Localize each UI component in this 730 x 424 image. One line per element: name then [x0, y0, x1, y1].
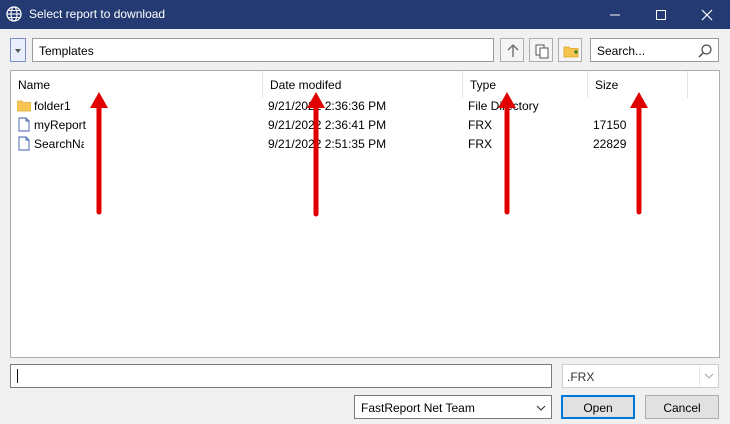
history-dropdown[interactable] — [10, 38, 26, 62]
chevron-down-icon — [15, 49, 21, 53]
arrow-up-icon — [507, 44, 519, 57]
filename-input[interactable] — [10, 364, 552, 388]
chevron-down-icon[interactable] — [699, 365, 718, 387]
search-icon[interactable] — [697, 43, 713, 62]
annotation-arrow — [307, 92, 325, 217]
title-bar: Select report to download — [0, 0, 730, 29]
maximize-icon — [656, 10, 666, 20]
search-input[interactable]: Search... — [590, 38, 719, 62]
filter-value: .FRX — [567, 370, 595, 384]
team-value: FastReport Net Team — [361, 401, 475, 415]
list-item[interactable]: myReport 9/21/2022 2:36:41 PM FRX 17150 — [11, 115, 719, 134]
folder-icon — [16, 98, 32, 113]
file-name: myReport — [34, 118, 87, 132]
close-icon — [701, 9, 713, 21]
file-name: SearchNam — [34, 137, 84, 151]
annotation-arrow — [90, 92, 108, 215]
column-header-type[interactable]: Type — [463, 71, 588, 98]
file-name: folder1 — [34, 99, 71, 113]
copy-button[interactable] — [529, 38, 553, 62]
file-type: FRX — [468, 137, 492, 151]
file-type-filter[interactable]: .FRX — [562, 364, 719, 388]
search-placeholder: Search... — [597, 44, 646, 58]
file-type: File Directory — [468, 99, 539, 113]
file-date: 9/21/2022 2:36:41 PM — [268, 118, 387, 132]
column-header-date[interactable]: Date modifed — [263, 71, 463, 98]
text-cursor — [17, 369, 18, 383]
file-date: 9/21/2022 2:51:35 PM — [268, 137, 387, 151]
minimize-button[interactable] — [592, 0, 638, 29]
new-folder-button[interactable] — [558, 38, 582, 62]
cancel-button[interactable]: Cancel — [645, 395, 719, 419]
close-button[interactable] — [684, 0, 730, 29]
annotation-arrow — [630, 92, 648, 215]
column-header-name[interactable]: Name — [11, 71, 263, 98]
globe-icon — [6, 6, 22, 22]
path-field[interactable]: Templates — [32, 38, 494, 62]
file-list[interactable]: Name Date modifed Type Size folder1 9/21… — [10, 70, 720, 358]
file-type: FRX — [468, 118, 492, 132]
minimize-icon — [610, 14, 620, 16]
new-folder-icon — [563, 46, 579, 58]
copy-icon — [535, 44, 549, 59]
annotation-arrow — [498, 92, 516, 215]
maximize-button[interactable] — [638, 0, 684, 29]
file-icon — [17, 117, 31, 132]
list-item[interactable]: SearchNam 9/21/2022 2:51:35 PM FRX 22829 — [11, 134, 719, 153]
team-select[interactable]: FastReport Net Team — [354, 395, 552, 419]
open-button[interactable]: Open — [561, 395, 635, 419]
up-folder-button[interactable] — [500, 38, 524, 62]
window-title: Select report to download — [29, 7, 166, 21]
file-icon — [17, 136, 31, 151]
list-item[interactable]: folder1 9/21/2022 2:36:36 PM File Direct… — [11, 96, 719, 115]
file-date: 9/21/2022 2:36:36 PM — [268, 99, 387, 113]
